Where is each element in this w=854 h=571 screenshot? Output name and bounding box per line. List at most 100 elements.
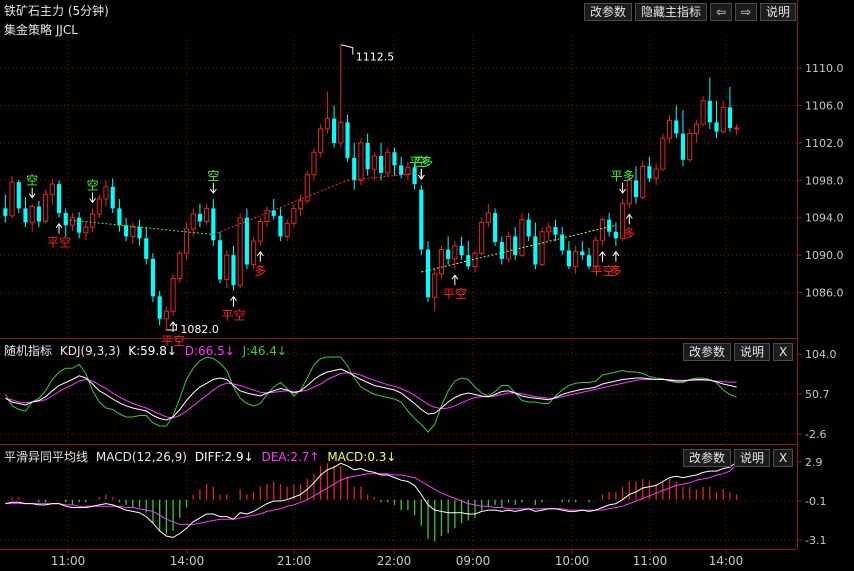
time-tick-label: 11:00 <box>51 554 86 568</box>
candle-body <box>16 182 21 209</box>
signal-arrow-up-icon <box>230 295 237 307</box>
macd-tick-label: -3.1 <box>805 534 826 547</box>
candle-body <box>271 210 276 216</box>
macd-diff-value: DIFF:2.9↓ <box>194 450 254 464</box>
candle-body <box>211 208 216 241</box>
kdj-close-button[interactable]: X <box>773 343 794 361</box>
candle-body <box>378 156 384 173</box>
candle-body <box>278 215 283 237</box>
candle-body <box>425 249 431 298</box>
candle-body <box>626 179 632 205</box>
trend-line <box>421 224 616 273</box>
signal-label-sell: 平多 <box>611 169 635 183</box>
candle-body <box>224 254 230 280</box>
params-button[interactable]: 改参数 <box>584 3 633 21</box>
signal-label-cover: 平空 <box>221 309 245 323</box>
candle-body <box>89 213 96 228</box>
candle-body <box>96 198 102 215</box>
candle-body <box>217 240 223 280</box>
candle-body <box>69 217 76 226</box>
signal-label-cover: 平空 <box>443 287 467 301</box>
candle-body <box>499 242 504 259</box>
candle-body <box>392 152 397 166</box>
candle-body <box>419 189 424 250</box>
candle-body <box>607 219 612 232</box>
hide-indicator-button[interactable]: 隐藏主指标 <box>635 3 708 21</box>
candle-body <box>332 118 337 143</box>
help-button[interactable]: 说明 <box>760 3 797 21</box>
macd-plot[interactable] <box>5 461 738 542</box>
signal-arrow-up-icon <box>256 250 264 262</box>
candle-body <box>318 128 324 153</box>
candle-body <box>204 207 210 222</box>
time-axis-divider <box>0 549 797 550</box>
arrow-right-icon[interactable]: ⇨ <box>735 3 758 21</box>
candle-body <box>264 209 270 222</box>
candle-body <box>103 186 109 200</box>
kdj-tick-label: 50.7 <box>805 388 830 401</box>
candle-body <box>674 120 679 134</box>
signal-label-cover: 平空 <box>47 236 71 250</box>
candle-body <box>485 212 491 223</box>
candle-body <box>613 231 618 239</box>
kdj-header: 随机指标 KDJ(9,3,3) K:59.8↓ D:66.5↓ J:46.4↓ <box>4 342 291 359</box>
candle-body <box>660 137 666 170</box>
candle-body <box>539 231 545 266</box>
candle-body <box>479 221 485 254</box>
candle-body <box>251 240 257 266</box>
macd-tick-label: 2.9 <box>805 456 823 469</box>
signal-label-short: 空 <box>87 178 99 192</box>
macd-close-button[interactable]: X <box>773 449 794 467</box>
candle-body <box>291 207 297 224</box>
price-tick-label: 1090.0 <box>805 249 844 262</box>
signal-arrow-down-icon <box>417 169 425 180</box>
strategy-label: 集金策略 JJCL <box>4 23 78 37</box>
macd-dea-value: DEA:2.7↑ <box>261 450 320 464</box>
candle-body <box>3 208 8 216</box>
macd-toolbar: 改参数 说明 X <box>683 449 794 467</box>
candle-body <box>56 184 62 214</box>
candle-body <box>700 100 706 125</box>
signal-arrow-up-icon <box>625 213 633 225</box>
candle-body <box>720 106 726 133</box>
candle-body <box>446 249 451 259</box>
price-axis-divider <box>797 0 798 549</box>
candle-body <box>734 127 740 130</box>
kdj-params-button[interactable]: 改参数 <box>683 343 732 361</box>
price-tick-label: 1102.0 <box>805 137 844 150</box>
signal-arrow-up-icon <box>612 250 620 262</box>
kdj-help-button[interactable]: 说明 <box>734 343 771 361</box>
macd-params: MACD(12,26,9) <box>95 450 187 464</box>
macd-params-button[interactable]: 改参数 <box>683 449 732 467</box>
candle-body <box>77 217 82 233</box>
macd-help-button[interactable]: 说明 <box>734 449 771 467</box>
candle-body <box>358 142 364 181</box>
price-tick-label: 1098.0 <box>805 174 844 187</box>
price-candlestick-plot[interactable]: 1112.51082.0空 空平空平空空平空多平多空平空多平空平多多 <box>3 44 740 348</box>
candle-body <box>452 245 458 260</box>
candle-body <box>593 239 599 267</box>
kdj-d-value: D:66.5↓ <box>184 344 235 358</box>
signal-arrow-down-icon <box>28 187 36 199</box>
candle-body <box>432 273 438 298</box>
time-tick-label: 14:00 <box>709 554 744 568</box>
candle-body <box>560 234 565 251</box>
signal-arrow-up-icon <box>451 274 459 286</box>
candle-body <box>680 133 686 160</box>
candle-body <box>546 226 552 233</box>
candle-body <box>150 258 156 297</box>
time-tick-label: 22:00 <box>377 554 412 568</box>
price-tick-label: 1086.0 <box>805 287 844 300</box>
signal-label-long: 多 <box>254 264 266 278</box>
candle-body <box>23 208 28 223</box>
kdj-panel-divider <box>0 338 797 339</box>
signal-arrow-down-icon <box>619 183 626 194</box>
candle-body <box>183 228 190 254</box>
arrow-left-icon[interactable]: ⇦ <box>710 3 733 21</box>
candle-body <box>438 249 445 275</box>
kdj-plot[interactable] <box>4 356 737 433</box>
kdj-tick-label: 104.0 <box>805 348 837 361</box>
candle-body <box>493 213 498 243</box>
candle-body <box>345 122 350 158</box>
macd-dea-line <box>5 464 737 525</box>
